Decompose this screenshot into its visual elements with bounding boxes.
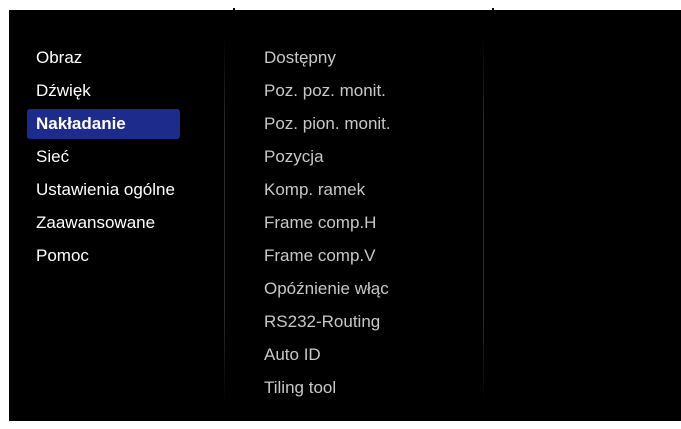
column-divider bbox=[224, 35, 225, 405]
menu-item-nakladanie[interactable]: Nakładanie bbox=[27, 109, 180, 139]
top-tick-mark bbox=[492, 8, 494, 13]
submenu-item-auto-id[interactable]: Auto ID bbox=[264, 340, 321, 370]
menu-item-ustawienia-ogolne[interactable]: Ustawienia ogólne bbox=[27, 175, 180, 205]
menu-item-zaawansowane[interactable]: Zaawansowane bbox=[27, 208, 180, 238]
submenu-item-poz-pion-monit[interactable]: Poz. pion. monit. bbox=[264, 109, 391, 139]
submenu-item-dostepny[interactable]: Dostępny bbox=[264, 43, 336, 73]
submenu-item-poz-poz-monit[interactable]: Poz. poz. monit. bbox=[264, 76, 386, 106]
submenu-item-rs232-routing[interactable]: RS232-Routing bbox=[264, 307, 380, 337]
submenu-item-komp-ramek[interactable]: Komp. ramek bbox=[264, 175, 365, 205]
menu-item-dzwiek[interactable]: Dźwięk bbox=[27, 76, 180, 106]
submenu-item-frame-comp-v[interactable]: Frame comp.V bbox=[264, 241, 375, 271]
menu-item-obraz[interactable]: Obraz bbox=[27, 43, 180, 73]
top-tick-mark bbox=[233, 8, 235, 13]
column-divider bbox=[483, 35, 484, 405]
submenu-item-frame-comp-h[interactable]: Frame comp.H bbox=[264, 208, 376, 238]
menu-item-siec[interactable]: Sieć bbox=[27, 142, 180, 172]
menu-item-pomoc[interactable]: Pomoc bbox=[27, 241, 180, 271]
submenu-item-pozycja[interactable]: Pozycja bbox=[264, 142, 324, 172]
submenu-item-tiling-tool[interactable]: Tiling tool bbox=[264, 373, 336, 403]
submenu-item-opoznienie-wlac[interactable]: Opóźnienie włąc bbox=[264, 274, 389, 304]
osd-menu-panel: Obraz Dźwięk Nakładanie Sieć Ustawienia … bbox=[9, 8, 681, 421]
